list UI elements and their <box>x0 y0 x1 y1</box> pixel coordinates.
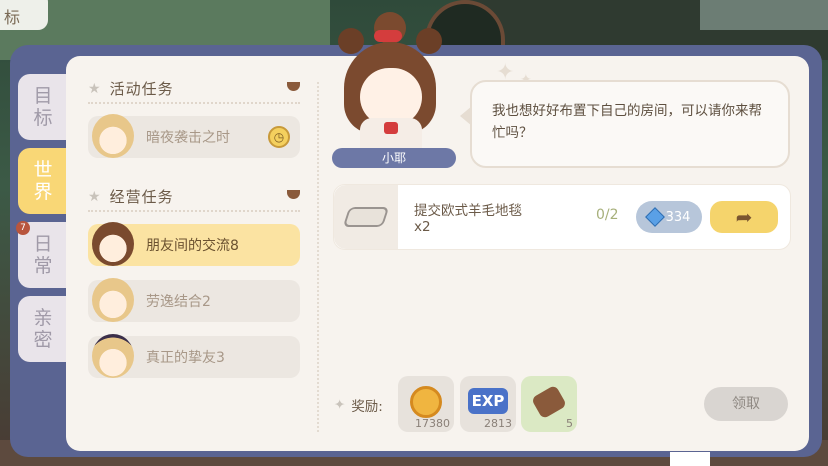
task-item[interactable]: 真正的挚友3 <box>88 334 300 378</box>
section-header-activity[interactable]: ★ 活动任务 <box>88 78 174 99</box>
notification-badge: 7 <box>16 221 30 235</box>
tab-label: 日常 <box>33 233 53 277</box>
section-header-business[interactable]: ★ 经营任务 <box>88 186 174 207</box>
task-label: 真正的挚友3 <box>146 350 225 366</box>
divider <box>88 210 300 212</box>
gem-skip-button[interactable]: 334 <box>636 201 702 233</box>
tab-label: 世界 <box>33 159 53 203</box>
tab-goal[interactable]: 目标 <box>18 74 68 140</box>
coin-icon <box>410 386 442 418</box>
carpet-icon <box>342 207 390 227</box>
sparkle-icon: ✦ <box>334 397 346 413</box>
requirement-progress: 0/2 <box>596 207 619 223</box>
reward-item-coin[interactable]: 17380 <box>398 376 454 432</box>
divider <box>88 102 300 104</box>
tab-world[interactable]: 世界 <box>18 148 68 214</box>
arrow-right-icon: ➦ <box>735 205 753 229</box>
quest-requirement: 提交欧式羊毛地毯 x2 0/2 334 ➦ <box>333 184 791 250</box>
requirement-item-qty: x2 <box>414 219 431 235</box>
go-button[interactable]: ➦ <box>710 201 778 233</box>
character-avatar-icon <box>92 222 134 266</box>
section-title: 活动任务 <box>109 80 174 98</box>
task-label: 朋友间的交流8 <box>146 238 239 254</box>
npc-portrait <box>330 6 450 158</box>
reward-item-exp[interactable]: EXP 2813 <box>460 376 516 432</box>
corner-tag[interactable]: 标 <box>0 0 48 30</box>
section-title: 经营任务 <box>109 188 174 206</box>
column-divider <box>317 82 319 432</box>
gem-cost: 334 <box>665 209 691 225</box>
character-avatar-icon <box>92 278 134 322</box>
decoration <box>670 452 710 466</box>
task-item[interactable]: 暗夜袭击之时 ◷ <box>88 114 300 158</box>
tab-label: 目标 <box>33 85 53 129</box>
background-roof <box>700 0 828 30</box>
task-label: 暗夜袭击之时 <box>146 130 230 146</box>
exp-icon: EXP <box>468 388 508 414</box>
task-item[interactable]: 劳逸结合2 <box>88 278 300 322</box>
speech-bubble: 我也想好好布置下自己的房间，可以请你来帮忙吗？ <box>470 80 790 168</box>
reward-amount: 2813 <box>484 417 512 430</box>
character-avatar-icon <box>92 334 134 378</box>
task-item-selected[interactable]: 朋友间的交流8 <box>88 222 300 266</box>
item-slot[interactable] <box>334 185 398 249</box>
reward-amount: 17380 <box>415 417 450 430</box>
log-icon <box>530 384 568 420</box>
star-icon: ★ <box>88 188 102 205</box>
character-avatar-icon <box>92 114 134 158</box>
tab-intimacy[interactable]: 亲密 <box>18 296 68 362</box>
requirement-item-name: 提交欧式羊毛地毯 <box>414 203 522 219</box>
rewards-label: ✦ 奖励: <box>334 397 383 415</box>
star-icon: ★ <box>88 80 102 97</box>
diamond-icon <box>644 207 665 227</box>
tab-label: 亲密 <box>33 307 53 351</box>
claim-button[interactable]: 领取 <box>704 387 788 421</box>
reward-item-log[interactable]: 5 <box>521 376 577 432</box>
npc-name-tag: 小耶 <box>332 148 456 168</box>
clock-icon: ◷ <box>268 126 290 148</box>
reward-amount: 5 <box>566 417 573 430</box>
task-label: 劳逸结合2 <box>146 294 211 310</box>
